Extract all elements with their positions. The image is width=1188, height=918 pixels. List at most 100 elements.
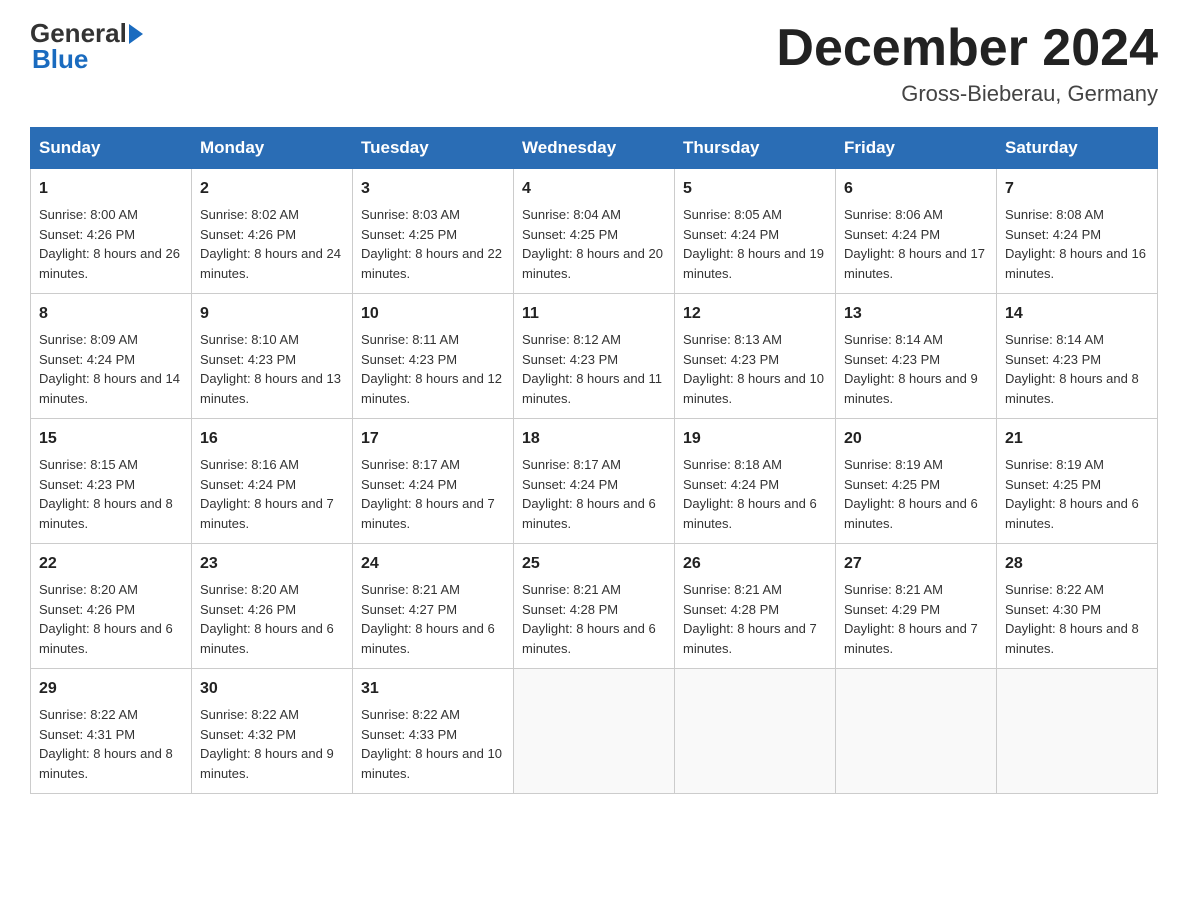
day-number: 29 [39,677,183,701]
day-number: 19 [683,427,827,451]
day-number: 28 [1005,552,1149,576]
calendar-week-4: 22 Sunrise: 8:20 AMSunset: 4:26 PMDayligh… [31,544,1158,669]
calendar-cell: 17Sunrise: 8:17 AMSunset: 4:24 PMDayligh… [353,419,514,544]
calendar-cell: 5 Sunrise: 8:05 AMSunset: 4:24 PMDaylight… [675,169,836,294]
calendar-cell: 7 Sunrise: 8:08 AMSunset: 4:24 PMDaylight… [997,169,1158,294]
calendar-cell [514,669,675,794]
day-info: Sunrise: 8:15 AMSunset: 4:23 PMDaylight:… [39,455,183,533]
day-number: 20 [844,427,988,451]
day-number: 23 [200,552,344,576]
col-header-tuesday: Tuesday [353,128,514,169]
calendar-cell: 26Sunrise: 8:21 AMSunset: 4:28 PMDayligh… [675,544,836,669]
calendar-week-1: 1 Sunrise: 8:00 AMSunset: 4:26 PMDaylight… [31,169,1158,294]
day-number: 13 [844,302,988,326]
calendar-cell: 3 Sunrise: 8:03 AMSunset: 4:25 PMDaylight… [353,169,514,294]
day-info: Sunrise: 8:00 AMSunset: 4:26 PMDaylight:… [39,205,183,283]
day-number: 3 [361,177,505,201]
calendar-cell: 29 Sunrise: 8:22 AMSunset: 4:31 PMDayligh… [31,669,192,794]
calendar-cell: 4Sunrise: 8:04 AMSunset: 4:25 PMDaylight… [514,169,675,294]
col-header-thursday: Thursday [675,128,836,169]
calendar-cell: 21 Sunrise: 8:19 AMSunset: 4:25 PMDayligh… [997,419,1158,544]
day-info: Sunrise: 8:16 AMSunset: 4:24 PMDaylight:… [200,455,344,533]
day-number: 16 [200,427,344,451]
day-number: 12 [683,302,827,326]
calendar-cell: 25Sunrise: 8:21 AMSunset: 4:28 PMDayligh… [514,544,675,669]
day-number: 15 [39,427,183,451]
calendar-cell: 2Sunrise: 8:02 AMSunset: 4:26 PMDaylight… [192,169,353,294]
day-info: Sunrise: 8:20 AMSunset: 4:26 PMDaylight:… [200,580,344,658]
calendar-cell [675,669,836,794]
calendar-cell: 14Sunrise: 8:14 AMSunset: 4:23 PMDayligh… [997,294,1158,419]
calendar-cell: 16 Sunrise: 8:16 AMSunset: 4:24 PMDayligh… [192,419,353,544]
col-header-saturday: Saturday [997,128,1158,169]
day-number: 27 [844,552,988,576]
calendar-cell: 23 Sunrise: 8:20 AMSunset: 4:26 PMDayligh… [192,544,353,669]
calendar-cell: 11 Sunrise: 8:12 AMSunset: 4:23 PMDayligh… [514,294,675,419]
day-info: Sunrise: 8:19 AMSunset: 4:25 PMDaylight:… [1005,455,1149,533]
col-header-wednesday: Wednesday [514,128,675,169]
day-number: 2 [200,177,344,201]
day-number: 7 [1005,177,1149,201]
calendar-table: SundayMondayTuesdayWednesdayThursdayFrid… [30,127,1158,794]
page-header: General Blue December 2024 Gross-Biebera… [30,20,1158,107]
day-number: 14 [1005,302,1149,326]
col-header-sunday: Sunday [31,128,192,169]
day-number: 17 [361,427,505,451]
col-header-monday: Monday [192,128,353,169]
calendar-week-5: 29 Sunrise: 8:22 AMSunset: 4:31 PMDayligh… [31,669,1158,794]
day-number: 8 [39,302,183,326]
day-info: Sunrise: 8:19 AMSunset: 4:25 PMDaylight:… [844,455,988,533]
day-info: Sunrise: 8:17 AMSunset: 4:24 PMDaylight:… [522,455,666,533]
calendar-subtitle: Gross-Bieberau, Germany [776,81,1158,107]
day-info: Sunrise: 8:12 AMSunset: 4:23 PMDaylight:… [522,330,666,408]
calendar-cell: 22Sunrise: 8:20 AMSunset: 4:26 PMDayligh… [31,544,192,669]
day-info: Sunrise: 8:14 AMSunset: 4:23 PMDaylight:… [844,330,988,408]
calendar-cell: 6 Sunrise: 8:06 AMSunset: 4:24 PMDaylight… [836,169,997,294]
logo: General Blue [30,20,143,72]
day-number: 25 [522,552,666,576]
logo-general: General [30,20,127,46]
day-info: Sunrise: 8:22 AMSunset: 4:32 PMDaylight:… [200,705,344,783]
logo-arrow-icon [129,24,143,44]
day-info: Sunrise: 8:06 AMSunset: 4:24 PMDaylight:… [844,205,988,283]
day-info: Sunrise: 8:22 AMSunset: 4:31 PMDaylight:… [39,705,183,783]
calendar-cell: 27 Sunrise: 8:21 AMSunset: 4:29 PMDayligh… [836,544,997,669]
day-number: 26 [683,552,827,576]
calendar-cell: 13 Sunrise: 8:14 AMSunset: 4:23 PMDayligh… [836,294,997,419]
day-number: 22 [39,552,183,576]
calendar-cell [997,669,1158,794]
col-header-friday: Friday [836,128,997,169]
calendar-cell: 8 Sunrise: 8:09 AMSunset: 4:24 PMDaylight… [31,294,192,419]
calendar-cell: 24 Sunrise: 8:21 AMSunset: 4:27 PMDayligh… [353,544,514,669]
calendar-cell: 10 Sunrise: 8:11 AMSunset: 4:23 PMDayligh… [353,294,514,419]
logo-blue: Blue [32,46,88,72]
day-number: 11 [522,302,666,326]
day-number: 9 [200,302,344,326]
day-number: 6 [844,177,988,201]
day-number: 18 [522,427,666,451]
day-info: Sunrise: 8:18 AMSunset: 4:24 PMDaylight:… [683,455,827,533]
day-info: Sunrise: 8:04 AMSunset: 4:25 PMDaylight:… [522,205,666,283]
day-number: 5 [683,177,827,201]
calendar-cell [836,669,997,794]
day-number: 24 [361,552,505,576]
day-info: Sunrise: 8:08 AMSunset: 4:24 PMDaylight:… [1005,205,1149,283]
day-info: Sunrise: 8:11 AMSunset: 4:23 PMDaylight:… [361,330,505,408]
day-info: Sunrise: 8:05 AMSunset: 4:24 PMDaylight:… [683,205,827,283]
header-row: SundayMondayTuesdayWednesdayThursdayFrid… [31,128,1158,169]
day-number: 21 [1005,427,1149,451]
day-info: Sunrise: 8:21 AMSunset: 4:27 PMDaylight:… [361,580,505,658]
day-info: Sunrise: 8:10 AMSunset: 4:23 PMDaylight:… [200,330,344,408]
calendar-title: December 2024 [776,20,1158,77]
day-number: 1 [39,177,183,201]
day-info: Sunrise: 8:03 AMSunset: 4:25 PMDaylight:… [361,205,505,283]
day-info: Sunrise: 8:09 AMSunset: 4:24 PMDaylight:… [39,330,183,408]
calendar-cell: 28 Sunrise: 8:22 AMSunset: 4:30 PMDayligh… [997,544,1158,669]
calendar-cell: 30Sunrise: 8:22 AMSunset: 4:32 PMDayligh… [192,669,353,794]
day-info: Sunrise: 8:21 AMSunset: 4:29 PMDaylight:… [844,580,988,658]
calendar-week-3: 15 Sunrise: 8:15 AMSunset: 4:23 PMDayligh… [31,419,1158,544]
day-info: Sunrise: 8:22 AMSunset: 4:30 PMDaylight:… [1005,580,1149,658]
title-section: December 2024 Gross-Bieberau, Germany [776,20,1158,107]
day-info: Sunrise: 8:22 AMSunset: 4:33 PMDaylight:… [361,705,505,783]
day-number: 10 [361,302,505,326]
